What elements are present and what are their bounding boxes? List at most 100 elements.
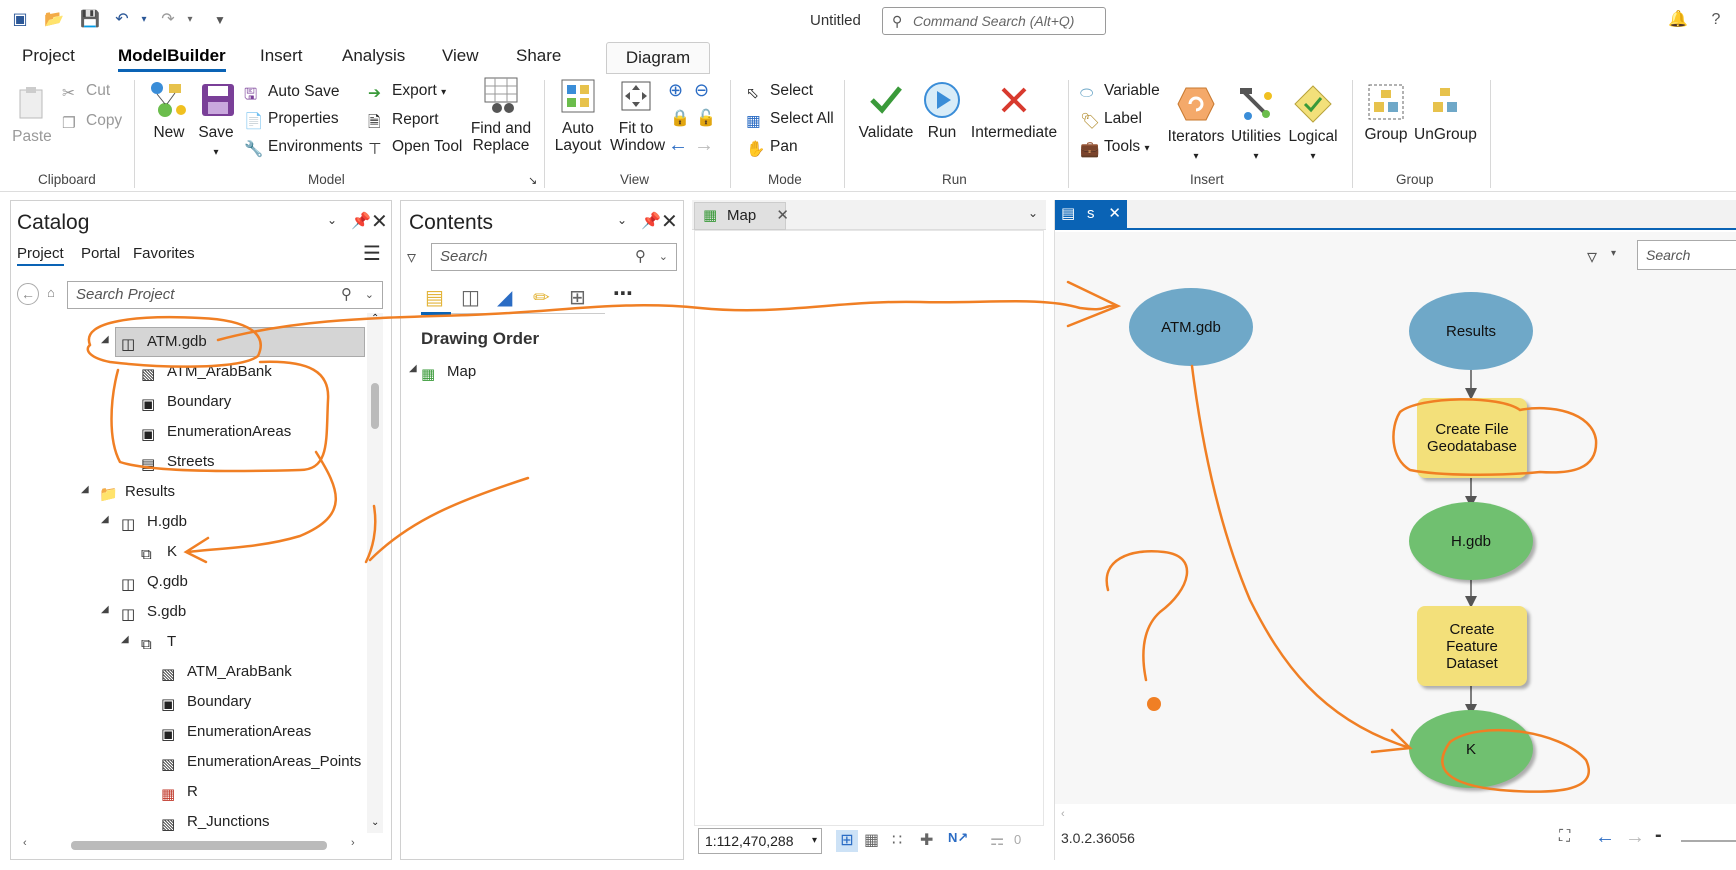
next-extent-icon[interactable]: →	[694, 134, 714, 157]
save-model-button[interactable]: Save ▾	[198, 80, 234, 160]
fit-view-icon[interactable]: ⛶	[1559, 828, 1570, 846]
notifications-icon[interactable]: 🔔	[1668, 10, 1688, 30]
pane-options-chevron-icon[interactable]: ⌄	[617, 213, 627, 227]
expand-map[interactable]: ◢	[409, 363, 417, 374]
expand-h-gdb[interactable]: ◢	[101, 514, 109, 525]
zoom-out-icon[interactable]: ⊖	[694, 80, 709, 101]
validate-button[interactable]: Validate	[856, 80, 916, 142]
selected-features-icon[interactable]: ⚎	[990, 830, 1004, 850]
catalog-vertical-scrollbar[interactable]: ⌃ ⌄	[367, 313, 383, 833]
catalog-horizontal-scrollbar[interactable]: ‹ ›	[17, 837, 367, 853]
catalog-menu-icon[interactable]: ☰	[363, 241, 381, 266]
close-contents-icon[interactable]: ✕	[661, 209, 678, 234]
tree-item-t-boundary[interactable]: ▣ Boundary	[161, 691, 251, 713]
tab-insert[interactable]: Insert	[260, 46, 303, 66]
redo-dropdown-icon[interactable]: ▾	[180, 10, 200, 30]
find-replace-button[interactable]: Find and Replace	[470, 76, 532, 154]
tree-item-t-r-junctions[interactable]: ▧ R_Junctions	[161, 811, 270, 833]
tab-diagram[interactable]: Diagram	[606, 42, 710, 74]
previous-extent-icon[interactable]: ←	[668, 134, 688, 157]
open-project-icon[interactable]: 📂	[44, 10, 64, 30]
new-project-icon[interactable]: ▣	[10, 10, 30, 30]
ungroup-button[interactable]: UnGroup	[1414, 82, 1477, 144]
tree-item-t-r[interactable]: ▦ R	[161, 781, 198, 803]
tab-modelbuilder[interactable]: ModelBuilder	[118, 46, 226, 72]
pan-button[interactable]: ✋ Pan	[746, 138, 798, 158]
catalog-tab-project[interactable]: Project	[17, 245, 64, 266]
tree-item-atm-arabbank[interactable]: ▧ ATM_ArabBank	[141, 361, 272, 383]
tab-view[interactable]: View	[442, 46, 479, 66]
map-scale-selector[interactable]: 1:112,470,288 ▾	[698, 828, 822, 854]
cut-button[interactable]: ✂ Cut	[62, 82, 110, 102]
undo-dropdown-icon[interactable]: ▾	[134, 10, 154, 30]
tree-item-q-gdb[interactable]: ◫ Q.gdb	[121, 571, 188, 593]
close-map-tab-icon[interactable]: ✕	[776, 203, 789, 229]
next-view-icon[interactable]: →	[1625, 826, 1645, 849]
list-by-snapping-icon[interactable]: ⊞	[569, 285, 586, 310]
map-view-tab[interactable]: ▦ Map ✕	[694, 202, 789, 230]
list-by-editing-icon[interactable]: ✏	[533, 285, 550, 310]
expand-results[interactable]: ◢	[81, 484, 89, 495]
grid-icon[interactable]: ▦	[864, 830, 879, 850]
save-project-icon[interactable]: 💾	[80, 10, 100, 30]
tree-item-t[interactable]: ⧉ T	[141, 631, 176, 653]
group-button[interactable]: Group	[1364, 82, 1408, 144]
help-icon[interactable]: ?	[1706, 10, 1726, 30]
zoom-in-icon[interactable]: ⊕	[668, 80, 683, 101]
variable-button[interactable]: ⬭ Variable	[1080, 82, 1160, 102]
tree-item-k[interactable]: ⧉ K	[141, 541, 177, 563]
expand-atm-gdb[interactable]: ◢	[101, 334, 109, 345]
tree-item-t-atm-arabbank[interactable]: ▧ ATM_ArabBank	[161, 661, 292, 683]
tree-item-t-enumerationareas-points[interactable]: ▧ EnumerationAreas_Points	[161, 751, 361, 773]
tree-item-boundary[interactable]: ▣ Boundary	[141, 391, 231, 413]
select-button[interactable]: ⬁ Select	[746, 82, 813, 102]
contents-map-item[interactable]: ▦ Map	[421, 361, 476, 383]
list-by-source-icon[interactable]: ◫	[461, 285, 480, 310]
list-by-drawing-order-icon[interactable]: ▤	[425, 285, 444, 310]
catalog-tab-portal[interactable]: Portal	[81, 245, 120, 262]
previous-view-icon[interactable]: ←	[1595, 826, 1615, 849]
customize-toolbar-icon[interactable]: ▼	[210, 10, 230, 30]
pin-icon[interactable]: 📌	[641, 211, 661, 231]
model-dialog-launcher-icon[interactable]: ↘	[528, 174, 537, 187]
snapping-icon[interactable]: ⊞	[836, 830, 858, 852]
view-tabs-dropdown-icon[interactable]: ⌄	[1028, 206, 1038, 220]
expand-t[interactable]: ◢	[121, 634, 129, 645]
model-node-atm-gdb[interactable]: ATM.gdb	[1129, 288, 1253, 366]
model-node-k[interactable]: K	[1409, 710, 1533, 788]
label-button[interactable]: 🏷 Label	[1080, 110, 1142, 130]
close-catalog-icon[interactable]: ✕	[371, 209, 388, 234]
lock-icon[interactable]: 🔒	[670, 108, 690, 128]
tree-item-h-gdb[interactable]: ◫ H.gdb	[121, 511, 187, 533]
iterators-button[interactable]: Iterators ▾	[1166, 84, 1226, 164]
pane-options-chevron-icon[interactable]: ⌄	[327, 213, 337, 227]
tab-analysis[interactable]: Analysis	[342, 46, 405, 66]
expand-s-gdb[interactable]: ◢	[101, 604, 109, 615]
run-button[interactable]: Run	[922, 80, 962, 142]
tree-item-s-gdb[interactable]: ◫ S.gdb	[121, 601, 186, 623]
utilities-button[interactable]: Utilities ▾	[1228, 84, 1284, 164]
undo-icon[interactable]: ↶	[112, 10, 132, 30]
redo-icon[interactable]: ↷	[158, 10, 178, 30]
back-icon[interactable]: ←	[17, 283, 39, 305]
report-button[interactable]: 🗎 Report	[368, 110, 439, 131]
properties-button[interactable]: 📄 Properties	[244, 110, 339, 130]
contents-search-input[interactable]: Search ⚲ ⌄	[431, 243, 677, 271]
unlock-icon[interactable]: 🔓	[696, 108, 716, 128]
paste-button[interactable]: Paste	[12, 84, 52, 146]
tab-share[interactable]: Share	[516, 46, 561, 66]
tree-item-t-enumerationareas[interactable]: ▣ EnumerationAreas	[161, 721, 311, 743]
logical-button[interactable]: Logical ▾	[1286, 84, 1340, 164]
select-all-button[interactable]: ▦ Select All	[746, 110, 834, 130]
model-node-create-file-geodatabase[interactable]: Create File Geodatabase	[1417, 398, 1527, 478]
pin-icon[interactable]: 📌	[351, 211, 371, 231]
tab-project[interactable]: Project	[22, 46, 75, 66]
model-node-results[interactable]: Results	[1409, 292, 1533, 370]
tree-item-atm-gdb[interactable]: ◫ ATM.gdb	[121, 331, 207, 353]
command-search-input[interactable]: ⚲ Command Search (Alt+Q)	[882, 7, 1106, 35]
fit-to-window-button[interactable]: Fit to Window	[610, 76, 665, 154]
model-node-h-gdb[interactable]: H.gdb	[1409, 502, 1533, 580]
open-tool-button[interactable]: ⊤ Open Tool	[368, 138, 462, 158]
catalog-tab-favorites[interactable]: Favorites	[133, 245, 195, 262]
home-icon[interactable]: ⌂	[47, 285, 55, 300]
